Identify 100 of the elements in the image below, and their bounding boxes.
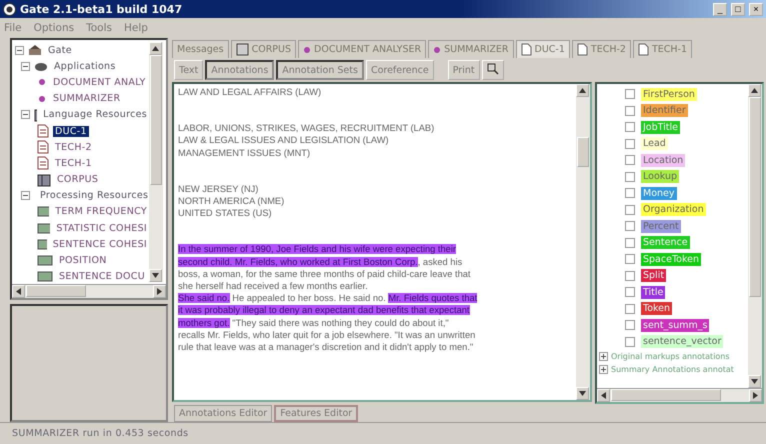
document-icon — [37, 140, 49, 154]
tree-item[interactable]: TERM FREQUENCY — [53, 206, 149, 218]
document-text: NEW JERSEY (NJ) — [178, 182, 260, 196]
document-icon — [37, 124, 49, 138]
scroll-left-button[interactable] — [12, 285, 25, 298]
document-icon — [638, 43, 649, 56]
menu-item[interactable]: Options — [34, 22, 74, 34]
scrollbar-thumb[interactable] — [749, 97, 761, 297]
print-button[interactable]: Print — [448, 60, 480, 80]
tree-item[interactable]: SUMMARIZER — [51, 93, 122, 104]
tree-item[interactable]: Language Resources — [41, 109, 149, 120]
checkbox[interactable] — [625, 188, 635, 198]
window-control-button[interactable]: _ — [713, 2, 727, 16]
editor-tab[interactable]: Features Editor — [274, 405, 358, 422]
checkbox[interactable] — [625, 238, 635, 248]
view-toggle-button[interactable]: Coreference — [366, 60, 434, 80]
view-toggle-button[interactable]: Annotation Sets — [276, 60, 364, 80]
checkbox[interactable] — [625, 287, 635, 298]
tree-item[interactable]: CORPUS — [55, 174, 100, 186]
collapse-icon[interactable] — [15, 46, 24, 55]
down-arrow-icon — [751, 379, 758, 384]
menu-item[interactable]: Tools — [86, 22, 112, 34]
menu-item[interactable]: File — [4, 22, 22, 34]
window-control-button[interactable]: × — [749, 2, 763, 16]
resource-tab[interactable]: CORPUS — [230, 40, 296, 58]
resource-tab[interactable]: TECH-2 — [572, 40, 631, 58]
scroll-up-button[interactable] — [149, 42, 162, 55]
annotation-type: Percent — [641, 220, 681, 233]
checkbox[interactable] — [625, 106, 635, 116]
annotation-type: Sentence — [641, 236, 690, 250]
tree-item[interactable]: DOCUMENT ANALY — [51, 76, 148, 88]
dot-icon — [37, 77, 47, 88]
checkbox[interactable] — [625, 254, 635, 264]
dot-icon — [303, 46, 312, 54]
scroll-up-button[interactable] — [576, 84, 589, 97]
checkbox[interactable] — [625, 204, 635, 215]
checkbox[interactable] — [625, 270, 635, 281]
annotation-set[interactable]: Summary Annotations annotat — [611, 365, 734, 374]
checkbox[interactable] — [625, 89, 635, 100]
editor-tab[interactable]: Annotations Editor — [174, 405, 272, 422]
annotation-type: sent_summ_s — [641, 318, 710, 332]
scroll-up-button[interactable] — [748, 84, 761, 97]
scrollbar-thumb[interactable] — [150, 55, 162, 185]
scrollbar-thumb[interactable] — [577, 137, 589, 167]
tree-item[interactable]: Gate — [46, 44, 74, 56]
left-arrow-icon — [16, 288, 21, 295]
tree-item[interactable]: SENTENCE COHESI — [50, 238, 149, 250]
tree-item[interactable]: STATISTIC COHESI — [54, 222, 149, 234]
scroll-left-button[interactable] — [597, 389, 610, 402]
tree-item[interactable]: TECH-2 — [53, 142, 94, 153]
resource-tab[interactable]: DUC-1 — [516, 40, 570, 58]
scroll-down-button[interactable] — [748, 375, 761, 388]
annotation-type: Lead — [641, 137, 668, 150]
scroll-right-button[interactable] — [153, 285, 166, 298]
expand-icon[interactable] — [599, 365, 608, 374]
checkbox[interactable] — [625, 304, 635, 314]
checkbox[interactable] — [625, 155, 635, 166]
collapse-icon[interactable] — [21, 62, 30, 71]
tree-item[interactable]: SENTENCE DOCU — [57, 271, 147, 282]
checkbox[interactable] — [625, 320, 635, 330]
down-arrow-icon — [152, 273, 159, 278]
checkbox[interactable] — [625, 336, 635, 347]
scroll-down-button[interactable] — [149, 269, 162, 282]
resource-tab[interactable]: Messages — [172, 40, 229, 58]
document-icon — [576, 43, 588, 56]
checkbox[interactable] — [625, 122, 635, 132]
processor-icon — [37, 238, 47, 250]
resource-tab[interactable]: SUMMARIZER — [428, 40, 514, 58]
collapse-icon[interactable] — [21, 110, 30, 120]
menu-item[interactable]: Help — [124, 22, 148, 34]
left-arrow-icon — [601, 392, 606, 399]
annotation-type: Lookup — [641, 170, 680, 184]
processor-icon — [37, 255, 53, 266]
document-text: LAW & LEGAL ISSUES AND LEGISLATION (LAW) — [178, 134, 390, 147]
tree-item[interactable]: Processing Resources — [38, 190, 149, 202]
tree-item[interactable]: TECH-1 — [53, 158, 94, 169]
document-text: UNITED STATES (US) — [178, 207, 273, 220]
view-toggle-button[interactable]: Annotations — [205, 60, 274, 80]
search-button[interactable] — [482, 60, 504, 80]
checkbox[interactable] — [625, 172, 635, 182]
resource-tab[interactable]: TECH-1 — [632, 40, 692, 58]
up-arrow-icon — [751, 88, 758, 93]
annotation-type: Location — [641, 154, 686, 167]
window-control-button[interactable]: □ — [731, 2, 745, 16]
down-arrow-icon — [579, 391, 586, 396]
tree-item[interactable]: DUC-1 — [53, 126, 89, 137]
view-toggle-button[interactable]: Text — [174, 60, 204, 80]
tree-item[interactable]: POSITION — [57, 255, 109, 266]
tree-item[interactable]: Applications — [52, 60, 118, 72]
resource-tab[interactable]: DOCUMENT ANALYSER — [298, 40, 426, 58]
scrollbar-thumb[interactable] — [611, 389, 721, 401]
annotation-type: Money — [641, 186, 676, 200]
annotation-set[interactable]: Original markups annotations — [611, 352, 730, 361]
scroll-down-button[interactable] — [576, 387, 589, 400]
scroll-right-button[interactable] — [749, 389, 762, 402]
checkbox[interactable] — [625, 221, 635, 232]
expand-icon[interactable] — [599, 352, 608, 361]
checkbox[interactable] — [625, 138, 635, 149]
scrollbar-thumb[interactable] — [26, 285, 86, 297]
collapse-icon[interactable] — [21, 191, 30, 200]
